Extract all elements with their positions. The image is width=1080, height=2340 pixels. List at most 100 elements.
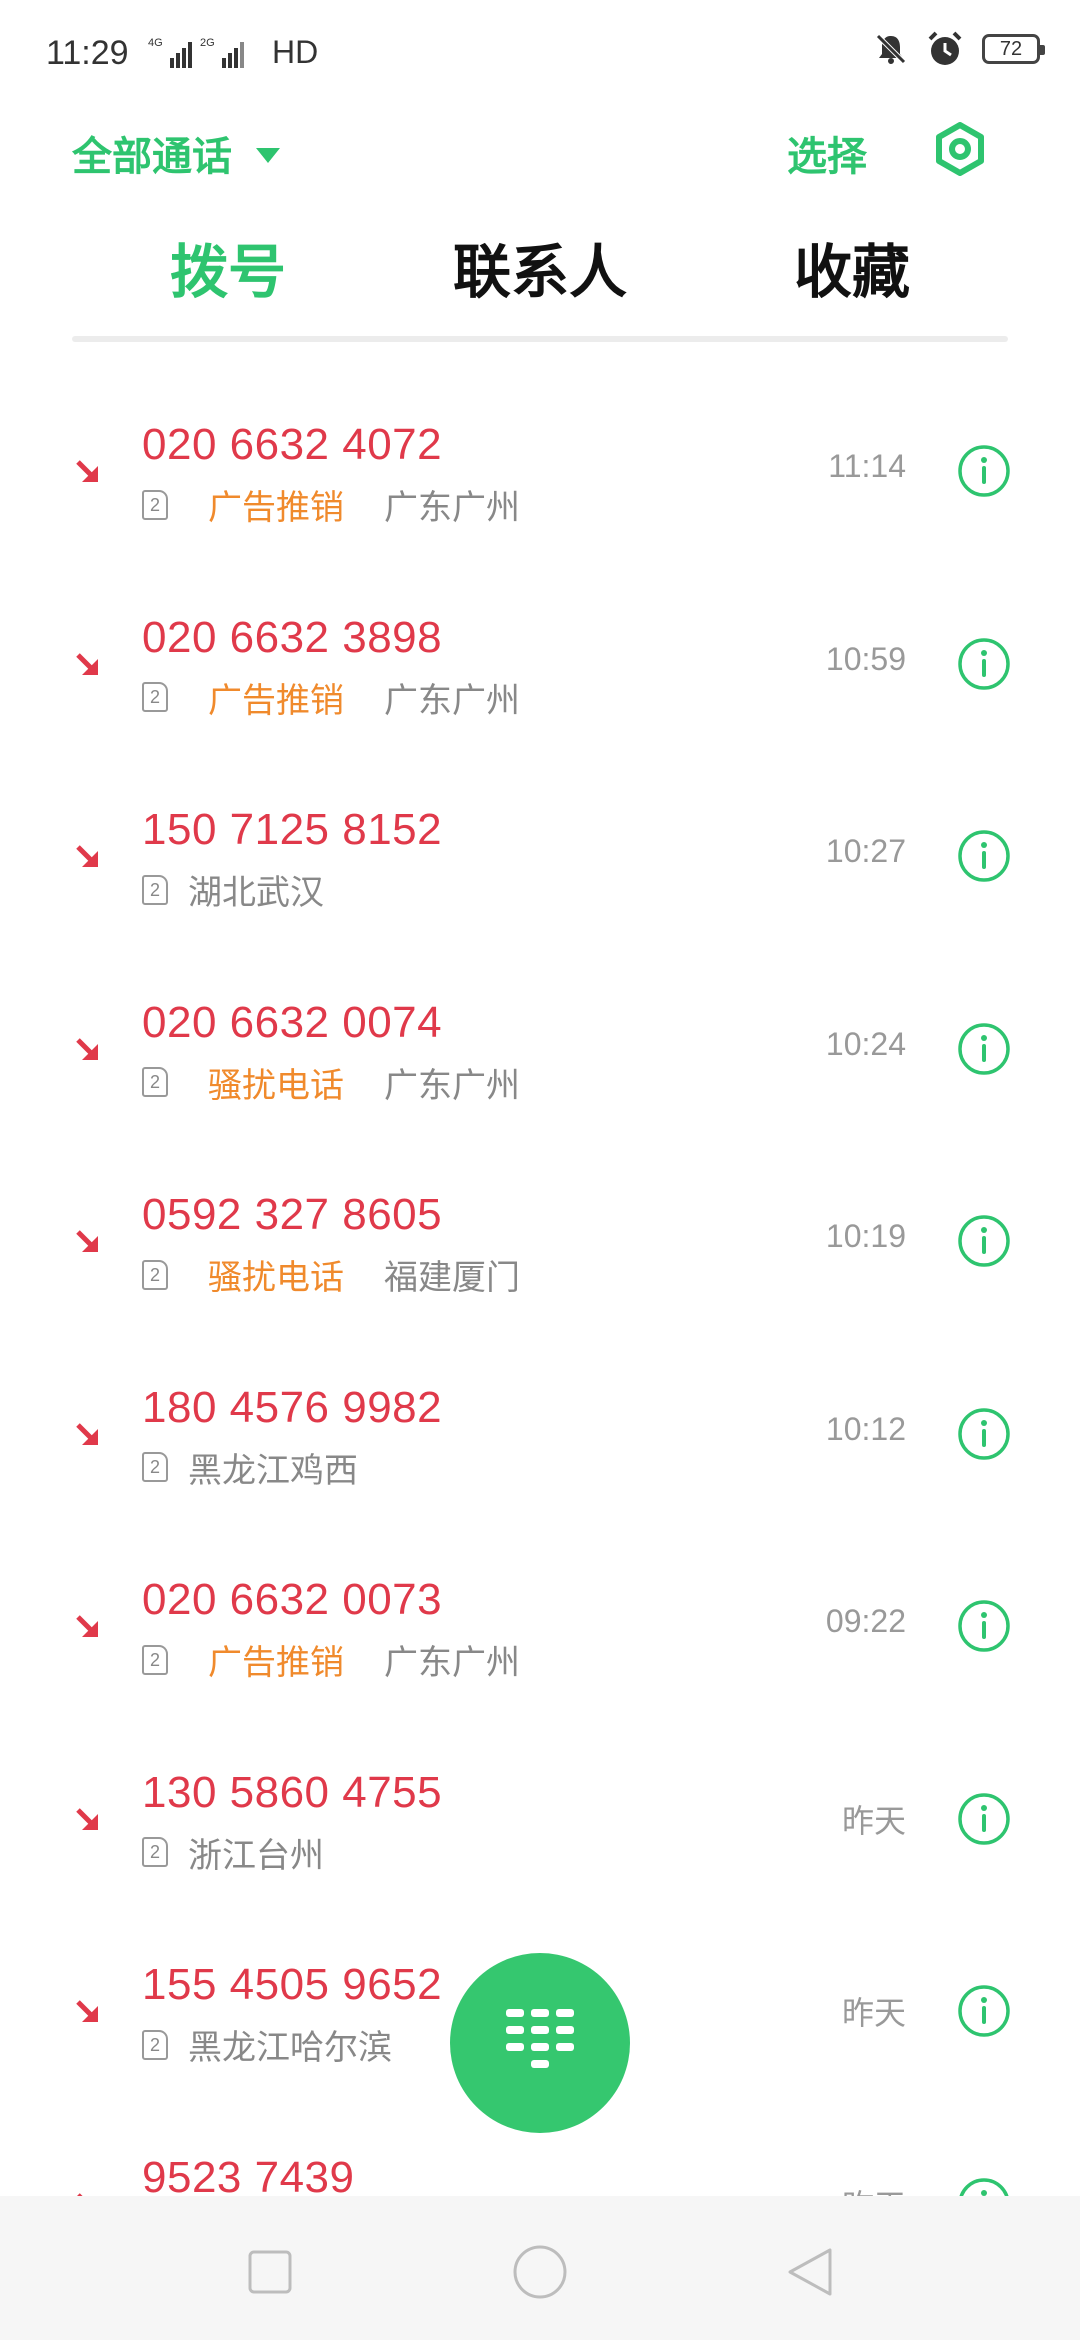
call-details: 2 黑龙江鸡西 (142, 1443, 358, 1492)
call-number: 155 4505 9652 (142, 1960, 443, 2009)
missed-call-arrow-icon (76, 2000, 98, 2022)
sim-card-icon: 2 (142, 1452, 168, 1482)
missed-call-arrow-icon (76, 460, 98, 482)
call-number: 150 7125 8152 (142, 805, 443, 854)
tab-favorites[interactable]: 收藏 (696, 232, 1008, 344)
call-log-row[interactable]: 130 5860 4755 2 浙江台州 昨天 (0, 1724, 1080, 1916)
missed-call-arrow-icon (76, 1615, 98, 1637)
tab-bar: 拨号 联系人 收藏 (72, 232, 1008, 344)
call-number: 020 6632 4072 (142, 420, 443, 469)
battery-icon: 72 (982, 34, 1045, 64)
info-icon[interactable] (957, 444, 1011, 498)
status-right: 72 (874, 30, 1045, 68)
select-button[interactable]: 选择 (787, 124, 867, 182)
signal-icon: 4G 2G (148, 37, 244, 68)
info-icon[interactable] (957, 1984, 1011, 2038)
call-number: 020 6632 0073 (142, 1575, 443, 1624)
call-details: 2 广告推销 广东广州 (142, 1635, 520, 1684)
sim-card-icon: 2 (142, 1067, 168, 1097)
call-time: 10:59 (825, 640, 906, 677)
system-navbar (0, 2196, 1080, 2340)
info-icon[interactable] (957, 1022, 1011, 1076)
call-number: 0592 327 8605 (142, 1190, 443, 1239)
call-details: 2 广告推销 广东广州 (142, 673, 520, 722)
call-location: 黑龙江鸡西 (188, 1450, 358, 1491)
recent-apps-icon[interactable] (242, 2244, 298, 2300)
gear-icon[interactable] (933, 122, 987, 176)
call-number: 020 6632 3898 (142, 612, 443, 662)
sim-card-icon: 2 (142, 1837, 168, 1867)
call-location: 浙江台州 (188, 1835, 324, 1876)
call-number: 130 5860 4755 (142, 1767, 443, 1817)
signal-indicators: 4G 2G (148, 36, 268, 77)
call-tag: 骚扰电话 (208, 1258, 344, 1298)
info-icon[interactable] (957, 1214, 1011, 1268)
call-filter-dropdown[interactable]: 全部通话 (72, 124, 280, 182)
tab-dialer[interactable]: 拨号 (72, 232, 384, 344)
call-location: 广东广州 (384, 488, 520, 528)
call-location: 广东广州 (384, 680, 520, 721)
missed-call-arrow-icon (76, 845, 98, 867)
dialpad-icon (506, 2009, 574, 2068)
tab-contacts[interactable]: 联系人 (384, 232, 696, 344)
caret-down-icon (256, 147, 280, 163)
call-log-row[interactable]: 180 4576 9982 2 黑龙江鸡西 10:12 (0, 1339, 1080, 1531)
info-icon[interactable] (957, 829, 1011, 883)
missed-call-arrow-icon (76, 1422, 98, 1445)
back-icon[interactable] (782, 2244, 838, 2300)
info-icon[interactable] (957, 1407, 1011, 1461)
dialpad-button[interactable] (450, 1953, 630, 2133)
svg-text:4G: 4G (148, 37, 163, 49)
call-number: 180 4576 9982 (142, 1382, 443, 1432)
call-log-row[interactable]: 020 6632 3898 2 广告推销 广东广州 10:59 (0, 569, 1080, 761)
call-location: 广东广州 (384, 1065, 520, 1106)
call-tag: 骚扰电话 (208, 1065, 344, 1106)
alarm-icon (928, 31, 962, 65)
home-icon[interactable] (512, 2244, 568, 2300)
call-location: 福建厦门 (384, 1258, 520, 1298)
call-tag: 广告推销 (208, 488, 344, 528)
call-details: 2 黑龙江哈尔滨 (142, 2020, 392, 2069)
call-log-row[interactable]: 0592 327 8605 2 骚扰电话 福建厦门 10:19 (0, 1146, 1080, 1338)
call-number: 9523 7439 (142, 2152, 355, 2202)
call-log-row[interactable]: 020 6632 0073 2 广告推销 广东广州 09:22 (0, 1531, 1080, 1723)
call-time: 10:19 (825, 1218, 906, 1254)
sim-card-icon: 2 (142, 1644, 168, 1675)
call-details: 2 骚扰电话 广东广州 (142, 1058, 520, 1107)
svg-text:2G: 2G (200, 37, 215, 49)
call-time: 11:14 (828, 448, 906, 484)
call-location: 湖北武汉 (188, 873, 324, 913)
sim-card-icon: 2 (142, 682, 168, 712)
missed-call-arrow-icon (76, 652, 98, 675)
call-log-row[interactable]: 020 6632 0074 2 骚扰电话 广东广州 10:24 (0, 954, 1080, 1146)
status-time: 11:29 (46, 34, 129, 72)
call-location: 广东广州 (384, 1643, 520, 1683)
info-icon[interactable] (957, 1599, 1011, 1653)
missed-call-arrow-icon (76, 1230, 98, 1252)
call-log-row[interactable]: 020 6632 4072 2 广告推销 广东广州 11:14 (0, 376, 1080, 568)
sim-card-icon: 2 (142, 2029, 168, 2060)
info-icon[interactable] (957, 637, 1011, 691)
sim-card-icon: 2 (142, 1259, 168, 1290)
call-time: 09:22 (825, 1603, 906, 1639)
call-details: 2 广告推销 广东广州 (142, 480, 520, 529)
call-details: 2 浙江台州 (142, 1828, 324, 1877)
call-log-row[interactable]: 150 7125 8152 2 湖北武汉 10:27 (0, 761, 1080, 953)
sim-card-icon: 2 (142, 874, 168, 905)
bell-off-icon (876, 34, 906, 64)
hd-indicator: HD (272, 34, 319, 70)
missed-call-arrow-icon (76, 1807, 98, 1830)
call-tag: 广告推销 (208, 680, 344, 721)
call-time: 昨天 (841, 1802, 906, 1839)
call-time: 10:27 (825, 833, 906, 869)
tab-divider (72, 336, 1008, 342)
sim-card-icon: 2 (142, 489, 168, 520)
filter-label: 全部通话 (72, 134, 232, 180)
call-number: 020 6632 0074 (142, 997, 443, 1047)
call-time: 10:12 (825, 1410, 906, 1447)
call-tag: 广告推销 (208, 1643, 344, 1683)
info-icon[interactable] (957, 1792, 1011, 1846)
call-location: 黑龙江哈尔滨 (188, 2028, 392, 2068)
call-details: 2 骚扰电话 福建厦门 (142, 1250, 520, 1299)
call-time: 10:24 (825, 1025, 906, 1062)
